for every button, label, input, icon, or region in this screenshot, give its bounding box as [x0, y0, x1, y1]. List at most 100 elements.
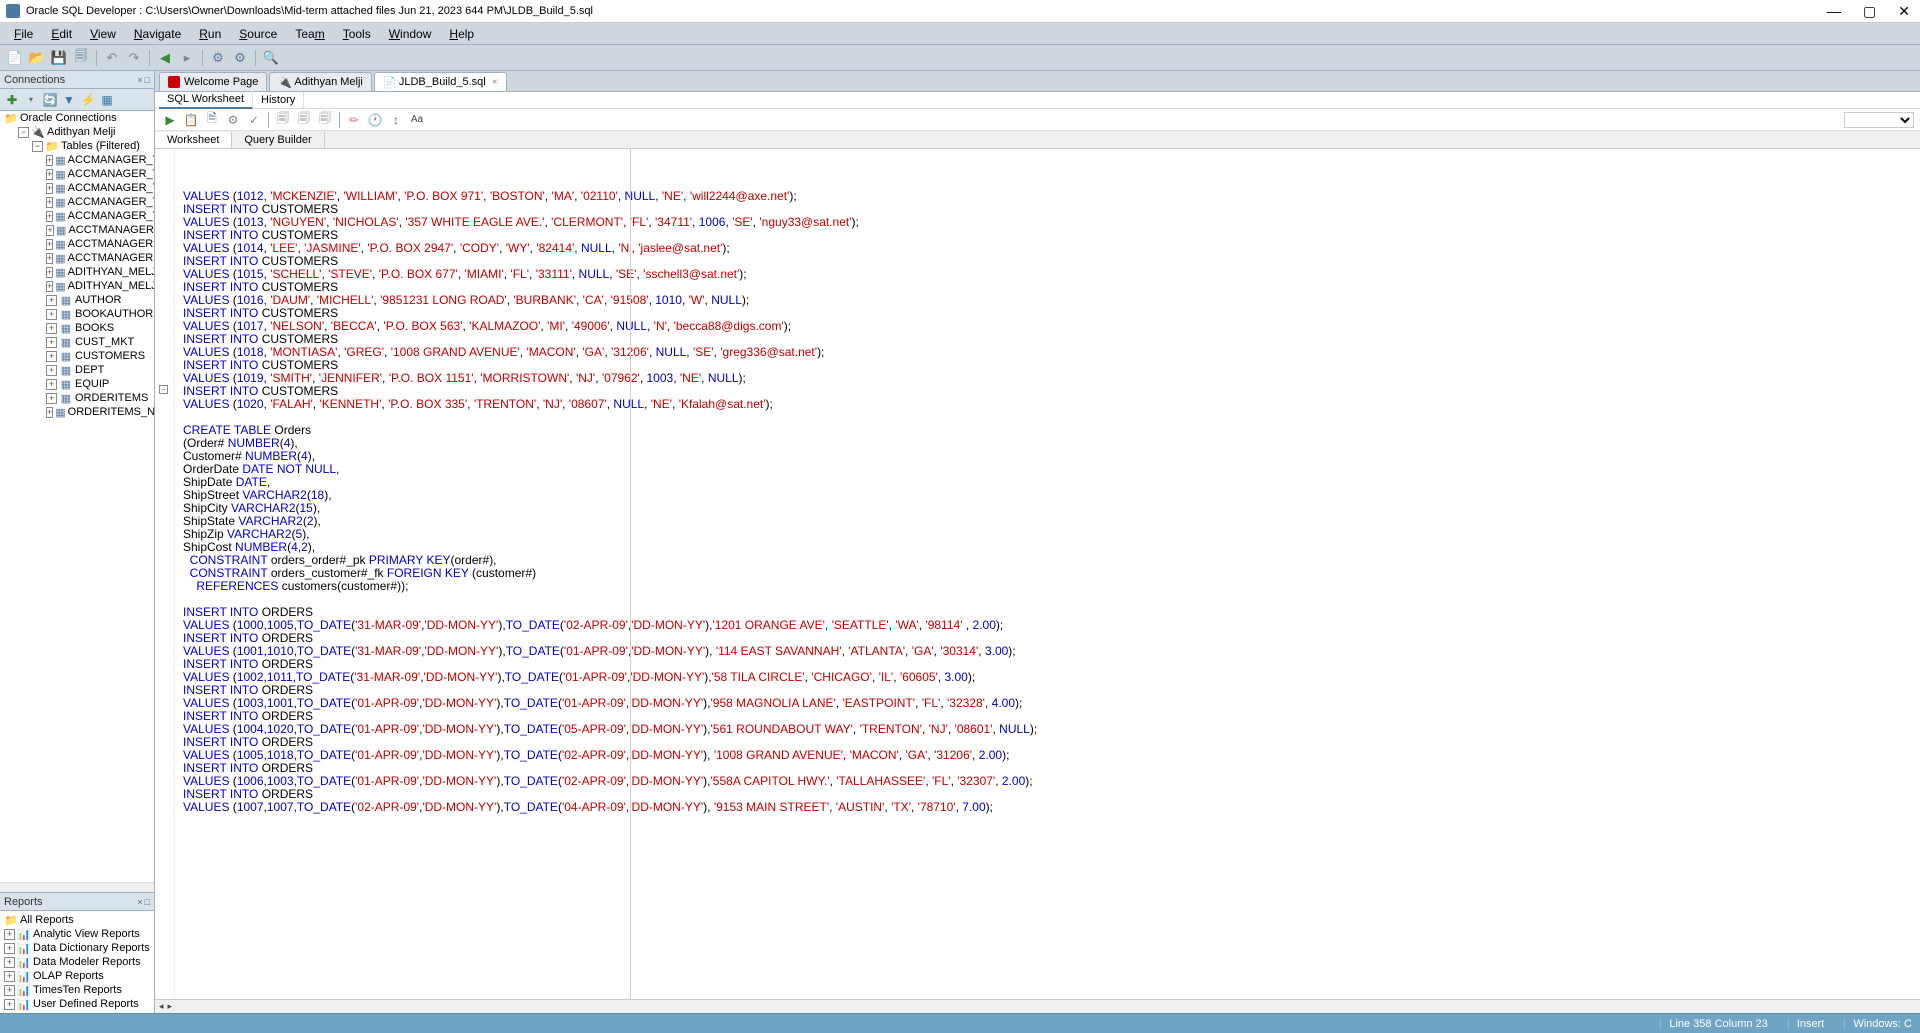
expand-icon[interactable]: +	[46, 225, 54, 236]
code-line[interactable]: VALUES (1016, 'DAUM', 'MICHELL', '985123…	[183, 294, 1920, 307]
code-line[interactable]: VALUES (1015, 'SCHELL', 'STEVE', 'P.O. B…	[183, 268, 1920, 281]
table-node[interactable]: +▦BOOKAUTHOR	[0, 307, 154, 321]
report-node[interactable]: +📊Data Dictionary Reports	[0, 941, 154, 955]
code-line[interactable]: VALUES (1004,1020,TO_DATE('01-APR-09','D…	[183, 723, 1920, 736]
expand-icon[interactable]: +	[46, 393, 57, 404]
binoculars-icon[interactable]: 🔍	[262, 49, 280, 67]
panel-minimize-icon[interactable]: ×	[137, 75, 142, 85]
report-node[interactable]: +📊TimesTen Reports	[0, 983, 154, 997]
code-line[interactable]: REFERENCES customers(customer#));	[183, 580, 1920, 593]
table-node[interactable]: +▦DEPT	[0, 363, 154, 377]
code-line[interactable]: OrderDate DATE NOT NULL,	[183, 463, 1920, 476]
run-script-button[interactable]: 📋	[182, 111, 200, 129]
sql-button[interactable]: ⚙	[209, 49, 227, 67]
menu-edit[interactable]: Edit	[43, 25, 80, 43]
refresh-icon[interactable]: 🔄	[42, 92, 58, 108]
table-node[interactable]: +▦ACCMANAGER_TAB	[0, 153, 154, 167]
back-button[interactable]: ◀	[156, 49, 174, 67]
code-line[interactable]: VALUES (1000,1005,TO_DATE('31-MAR-09','D…	[183, 619, 1920, 632]
expand-icon[interactable]: +	[46, 365, 57, 376]
forward-button[interactable]: ▸	[178, 49, 196, 67]
expand-icon[interactable]: +	[46, 155, 53, 166]
code-line[interactable]: CREATE TABLE Orders	[183, 424, 1920, 437]
table-node[interactable]: +▦ACCTMANAGERRR	[0, 251, 154, 265]
expand-icon[interactable]: +	[46, 267, 53, 278]
code-line[interactable]: VALUES (1006,1003,TO_DATE('01-APR-09','D…	[183, 775, 1920, 788]
expand-icon[interactable]: +	[4, 957, 15, 968]
panel-restore-icon[interactable]: □	[145, 897, 150, 907]
menu-tools[interactable]: Tools	[335, 25, 379, 43]
minimize-button[interactable]: —	[1823, 3, 1845, 20]
expand-icon[interactable]: +	[4, 985, 15, 996]
panel-minimize-icon[interactable]: ×	[137, 897, 142, 907]
expand-icon[interactable]: +	[46, 295, 57, 306]
code-line[interactable]: VALUES (1017, 'NELSON', 'BECCA', 'P.O. B…	[183, 320, 1920, 333]
expand-icon[interactable]: +	[46, 281, 53, 292]
horizontal-scroll[interactable]: ◂ ▸	[155, 999, 1920, 1013]
expand-icon[interactable]: +	[46, 211, 53, 222]
close-icon[interactable]: ×	[492, 77, 498, 88]
code-line[interactable]: ShipDate DATE,	[183, 476, 1920, 489]
case-icon[interactable]: Aa	[408, 111, 426, 129]
expand-icon[interactable]: +	[4, 999, 15, 1010]
collapse-icon[interactable]: −	[18, 127, 29, 138]
menu-help[interactable]: Help	[441, 25, 482, 43]
code-line[interactable]: VALUES (1007,1007,TO_DATE('02-APR-09','D…	[183, 801, 1920, 814]
sql-tuning-button[interactable]: 🗐	[316, 111, 334, 129]
panel-restore-icon[interactable]: □	[145, 75, 150, 85]
open-button[interactable]: 📂	[28, 49, 46, 67]
expand-icon[interactable]: +	[46, 183, 53, 194]
table-node[interactable]: +▦ORDERITEMS	[0, 391, 154, 405]
connection-node[interactable]: Adithyan Melji	[47, 126, 115, 138]
undo-button[interactable]: ↶	[103, 49, 121, 67]
table-node[interactable]: +▦ADITHYAN_MELJIII	[0, 279, 154, 293]
code-editor[interactable]: − VALUES (1012, 'MCKENZIE', 'WILLIAM', '…	[155, 149, 1920, 999]
expand-icon[interactable]: +	[46, 379, 57, 390]
report-node[interactable]: +📊User Defined Reports	[0, 997, 154, 1011]
menu-window[interactable]: Window	[381, 25, 440, 43]
code-line[interactable]	[183, 593, 1920, 606]
menu-view[interactable]: View	[82, 25, 124, 43]
table-node[interactable]: +▦AUTHOR	[0, 293, 154, 307]
code-line[interactable]: VALUES (1013, 'NGUYEN', 'NICHOLAS', '357…	[183, 216, 1920, 229]
expand-icon[interactable]: +	[46, 197, 53, 208]
collapse-icon[interactable]: −	[32, 141, 43, 152]
code-line[interactable]: CONSTRAINT orders_customer#_fk FOREIGN K…	[183, 567, 1920, 580]
subtab-worksheet[interactable]: SQL Worksheet	[159, 91, 253, 109]
table-node[interactable]: +▦ACCMANAGER_TAB	[0, 167, 154, 181]
tables-node[interactable]: Tables (Filtered)	[61, 140, 140, 152]
report-node[interactable]: 📁All Reports	[0, 913, 154, 927]
report-node[interactable]: +📊Data Modeler Reports	[0, 955, 154, 969]
expand-icon[interactable]: +	[46, 351, 57, 362]
oracle-connections-node[interactable]: Oracle Connections	[20, 112, 117, 124]
tab-welcome[interactable]: Welcome Page	[159, 72, 267, 91]
expand-icon[interactable]: +	[4, 971, 15, 982]
table-node[interactable]: +▦EQUIP	[0, 377, 154, 391]
code-line[interactable]: VALUES (1018, 'MONTIASA', 'GREG', '1008 …	[183, 346, 1920, 359]
subtab-history[interactable]: History	[253, 92, 304, 108]
code-line[interactable]: VALUES (1020, 'FALAH', 'KENNETH', 'P.O. …	[183, 398, 1920, 411]
expand-icon[interactable]: +	[4, 929, 15, 940]
expand-icon[interactable]: +	[46, 323, 57, 334]
maximize-button[interactable]: ▢	[1859, 3, 1880, 20]
wstab-worksheet[interactable]: Worksheet	[155, 132, 232, 148]
dropdown-icon[interactable]: ▾	[23, 92, 39, 108]
run-button[interactable]: ▶	[161, 111, 179, 129]
clock-icon[interactable]: 🕐	[366, 111, 384, 129]
code-line[interactable]: VALUES (1005,1018,TO_DATE('01-APR-09','D…	[183, 749, 1920, 762]
menu-team[interactable]: Team	[287, 25, 332, 43]
sql-history-button[interactable]: 🗐	[295, 111, 313, 129]
commit-button[interactable]: ✓	[245, 111, 263, 129]
filter-icon[interactable]: ▼	[61, 92, 77, 108]
code-line[interactable]: VALUES (1019, 'SMITH', 'JENNIFER', 'P.O.…	[183, 372, 1920, 385]
sql-button[interactable]: ⚙	[231, 49, 249, 67]
table-node[interactable]: +▦ACCMANAGER_TAB	[0, 181, 154, 195]
report-node[interactable]: +📊Analytic View Reports	[0, 927, 154, 941]
code-line[interactable]: ShipState VARCHAR2(2),	[183, 515, 1920, 528]
fold-icon[interactable]: −	[159, 385, 168, 394]
menu-run[interactable]: Run	[191, 25, 229, 43]
format-icon[interactable]: ↕	[387, 111, 405, 129]
table-node[interactable]: +▦ACCMANAGER_TAB	[0, 195, 154, 209]
table-node[interactable]: +▦BOOKS	[0, 321, 154, 335]
report-node[interactable]: +📊OLAP Reports	[0, 969, 154, 983]
